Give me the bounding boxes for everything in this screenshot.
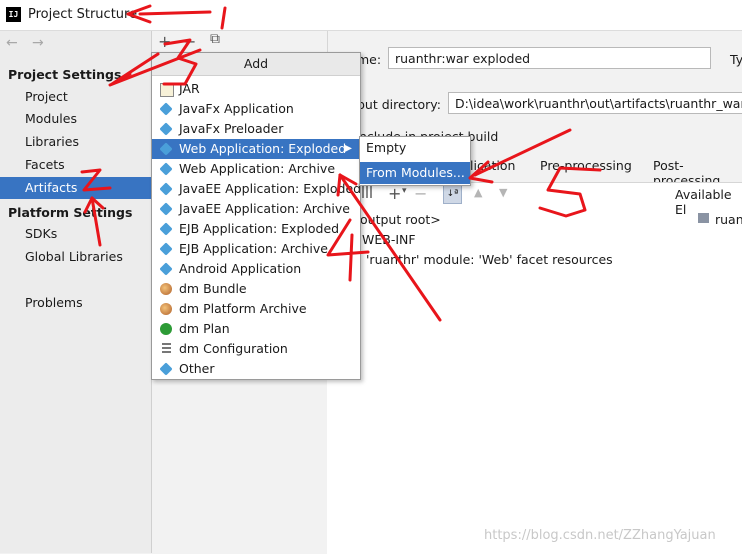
annotation-arrow-4 — [338, 173, 442, 322]
annotation-arrow-5 — [473, 128, 572, 177]
annotation-overlay — [80, 4, 602, 322]
annotation-number-5 — [538, 166, 602, 218]
annotation-number-1 — [220, 6, 227, 30]
annotation-arrow-1 — [138, 10, 212, 16]
annotation-number-2 — [80, 168, 112, 192]
annotation-number-4 — [326, 218, 370, 282]
watermark: https://blog.csdn.net/ZZhangYajuan — [484, 528, 716, 543]
